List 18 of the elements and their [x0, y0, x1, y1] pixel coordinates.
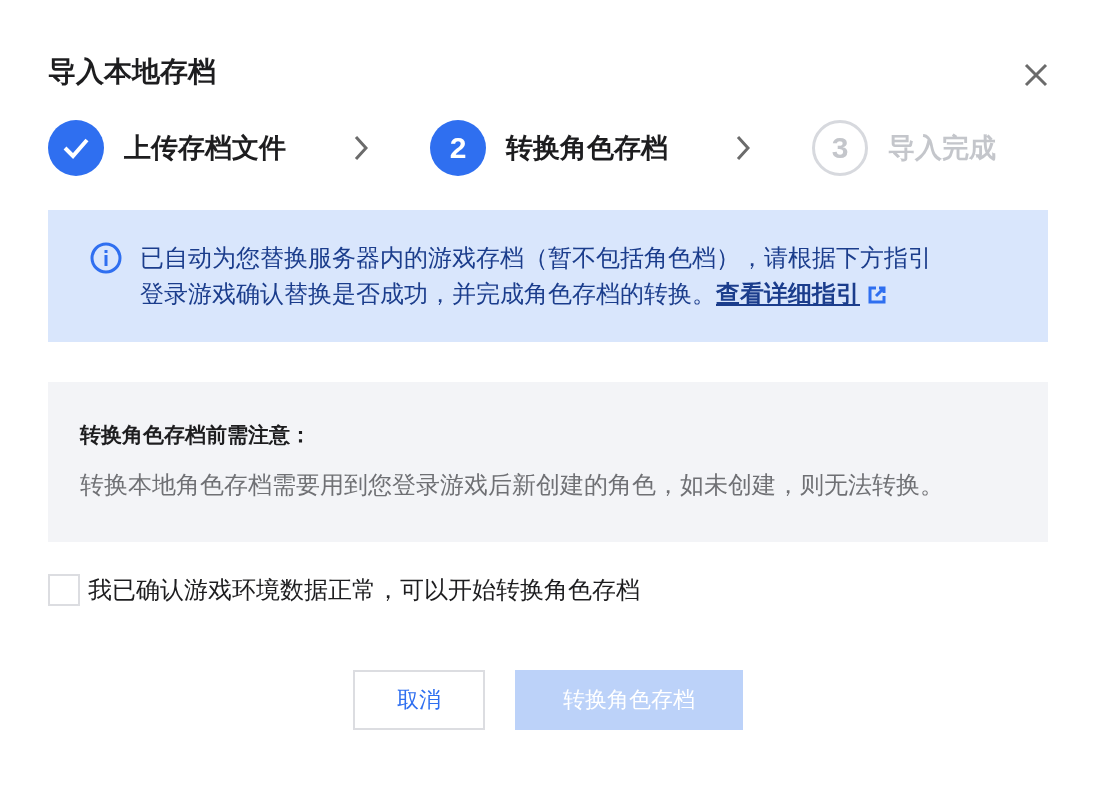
step-label: 导入完成	[888, 132, 996, 165]
step-number: 3	[812, 120, 868, 176]
checkbox[interactable]	[48, 574, 80, 606]
cancel-button[interactable]: 取消	[353, 670, 485, 730]
dialog-title: 导入本地存档	[48, 55, 216, 89]
guide-link[interactable]: 查看详细指引	[716, 276, 886, 312]
notice-title: 转换角色存档前需注意：	[80, 422, 312, 448]
step-label: 转换角色存档	[506, 132, 668, 165]
info-message: 已自动为您替换服务器内的游戏存档（暂不包括角色档），请根据下方指引 登录游戏确认替换是否成功，并完成角色存档的转换。查看详细指引	[140, 240, 932, 342]
checkbox-label: 我已确认游戏环境数据正常，可以开始转换角色存档	[88, 576, 640, 605]
chevron-right-icon	[736, 135, 750, 161]
close-icon[interactable]	[1022, 61, 1050, 89]
chevron-right-icon	[354, 135, 368, 161]
step-number: 2	[430, 120, 486, 176]
notice-text: 转换本地角色存档需要用到您登录游戏后新创建的角色，如未创建，则无法转换。	[80, 471, 945, 500]
step-label: 上传存档文件	[124, 132, 286, 165]
external-link-icon	[868, 286, 886, 304]
info-icon	[90, 242, 122, 274]
